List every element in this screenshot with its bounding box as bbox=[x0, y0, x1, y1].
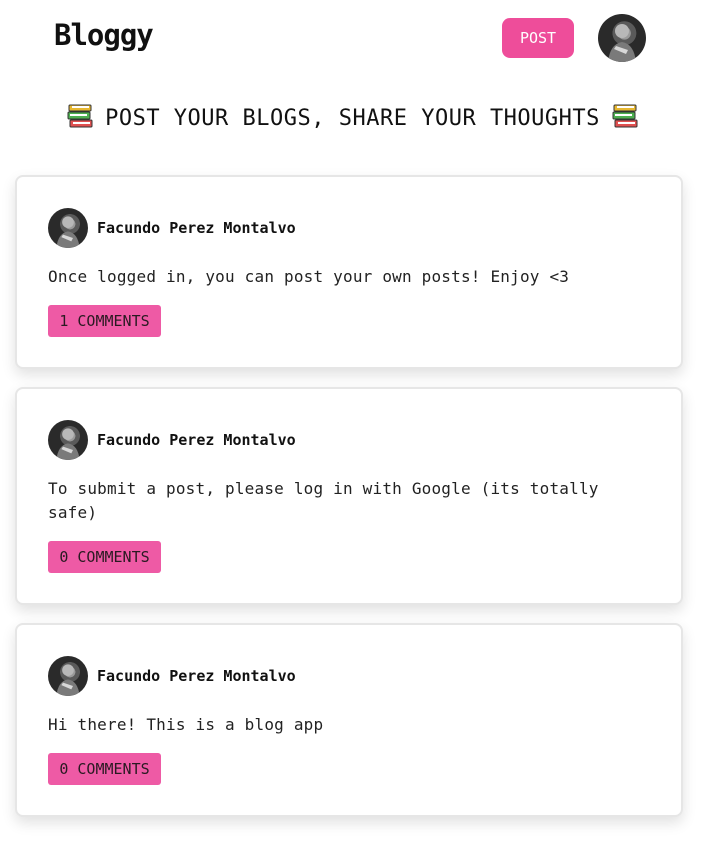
tagline-text: POST YOUR BLOGS, SHARE YOUR THOUGHTS bbox=[105, 106, 600, 131]
post-card: Facundo Perez Montalvo Once logged in, y… bbox=[15, 175, 683, 369]
post-card: Facundo Perez Montalvo Hi there! This is… bbox=[15, 623, 683, 817]
post-author: Facundo Perez Montalvo bbox=[48, 420, 296, 460]
author-avatar-icon bbox=[56, 216, 80, 248]
author-name: Facundo Perez Montalvo bbox=[97, 219, 296, 237]
books-icon bbox=[67, 104, 93, 134]
post-card: Facundo Perez Montalvo To submit a post,… bbox=[15, 387, 683, 605]
post-author: Facundo Perez Montalvo bbox=[48, 656, 296, 696]
post-body: Hi there! This is a blog app bbox=[48, 715, 324, 734]
user-avatar-icon bbox=[608, 24, 636, 62]
author-name: Facundo Perez Montalvo bbox=[97, 667, 296, 685]
post-body: Once logged in, you can post your own po… bbox=[48, 267, 570, 286]
brand-logo[interactable]: Bloggy bbox=[54, 18, 154, 52]
author-avatar-icon bbox=[56, 428, 80, 460]
comments-button[interactable]: 1 COMMENTS bbox=[48, 305, 161, 337]
comments-button[interactable]: 0 COMMENTS bbox=[48, 753, 161, 785]
post-body: To submit a post, please log in with Goo… bbox=[48, 479, 599, 522]
user-avatar[interactable] bbox=[598, 14, 646, 62]
author-avatar bbox=[48, 208, 88, 248]
tagline: POST YOUR BLOGS, SHARE YOUR THOUGHTS bbox=[0, 104, 705, 134]
author-avatar-icon bbox=[56, 664, 80, 696]
comments-button[interactable]: 0 COMMENTS bbox=[48, 541, 161, 573]
post-author: Facundo Perez Montalvo bbox=[48, 208, 296, 248]
header: Bloggy POST bbox=[0, 0, 705, 80]
post-button[interactable]: POST bbox=[502, 18, 574, 58]
author-name: Facundo Perez Montalvo bbox=[97, 431, 296, 449]
author-avatar bbox=[48, 656, 88, 696]
books-icon bbox=[612, 104, 638, 134]
author-avatar bbox=[48, 420, 88, 460]
